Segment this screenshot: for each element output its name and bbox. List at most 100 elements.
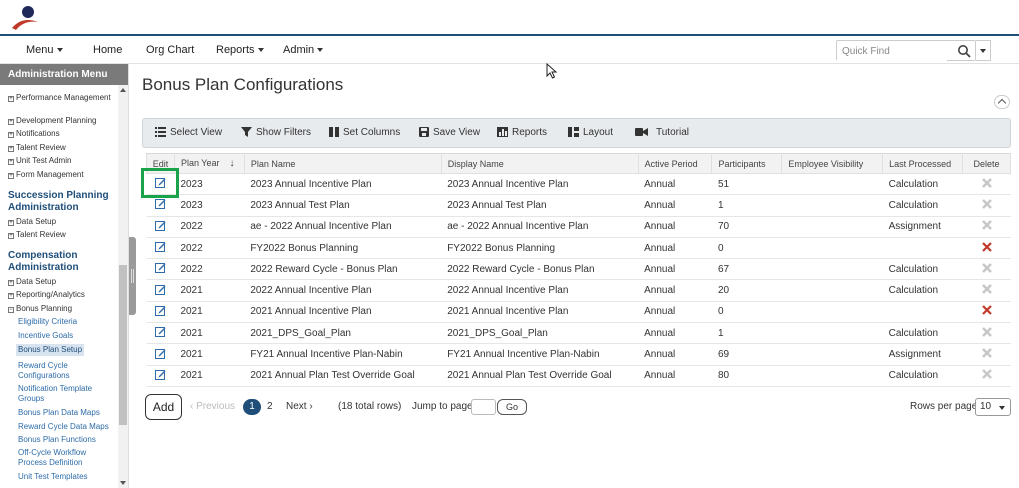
sidebar-link-notification-template-groups[interactable]: Notification Template Groups — [18, 384, 114, 404]
page-2-link[interactable]: 2 — [267, 401, 273, 412]
column-header-display-name[interactable]: Display Name — [440, 153, 639, 174]
quick-find-dropdown[interactable] — [976, 40, 991, 61]
edit-cell — [146, 365, 175, 387]
delete-cell — [962, 301, 1011, 324]
employee-visibility-cell — [781, 322, 883, 345]
columns-icon — [329, 127, 339, 137]
sidebar-link-eligibility-criteria[interactable]: Eligibility Criteria — [18, 317, 114, 327]
delete-cell — [962, 258, 1011, 281]
edit-icon[interactable] — [154, 305, 166, 316]
sidebar-item-talent-review[interactable]: + Talent Review — [8, 143, 114, 153]
display-name-cell: 2022 Annual Incentive Plan — [441, 279, 639, 302]
column-header-last-processed[interactable]: Last Processed — [882, 153, 964, 174]
nav-org-chart[interactable]: Org Chart — [146, 44, 194, 56]
rows-per-page-select[interactable]: 10 — [975, 398, 1011, 416]
edit-icon[interactable] — [154, 369, 166, 380]
sidebar-collapse-handle[interactable] — [129, 237, 136, 315]
admin-sidebar: Administration Menu + Performance Managem… — [0, 64, 129, 488]
employee-visibility-cell — [781, 343, 883, 366]
edit-icon[interactable] — [154, 348, 166, 359]
sidebar-item-reporting-analytics[interactable]: + Reporting/Analytics — [8, 290, 114, 300]
edit-cell — [146, 301, 175, 324]
nav-menu-label: Menu — [26, 44, 54, 56]
nav-admin[interactable]: Admin — [283, 44, 324, 56]
company-logo — [12, 6, 38, 30]
tutorial-button[interactable]: Tutorial — [635, 127, 689, 138]
nav-reports[interactable]: Reports — [216, 44, 264, 56]
layout-button[interactable]: Layout — [568, 127, 613, 138]
delete-icon — [981, 348, 992, 358]
participants-cell: 67 — [711, 258, 782, 281]
sidebar-link-unit-test-templates[interactable]: Unit Test Templates — [18, 472, 114, 482]
edit-icon[interactable] — [154, 198, 166, 210]
active-period-cell: Annual — [638, 279, 712, 302]
sidebar-item-label: Unit Test Admin — [16, 156, 72, 165]
sidebar-item-development-planning[interactable]: + Development Planning — [8, 116, 114, 126]
page-1-button[interactable]: 1 — [243, 399, 261, 415]
sidebar-item-unit-test-admin[interactable]: + Unit Test Admin — [8, 156, 114, 166]
sidebar-link-reward-cycle-data-maps[interactable]: Reward Cycle Data Maps — [18, 422, 114, 432]
next-page-link[interactable]: Next › — [286, 401, 313, 412]
edit-icon[interactable] — [154, 262, 166, 274]
participants-cell: 0 — [711, 237, 782, 260]
sidebar-header: Administration Menu — [0, 64, 128, 85]
sidebar-link-bonus-plan-functions[interactable]: Bonus Plan Functions — [18, 435, 114, 445]
sidebar-scrollbar[interactable] — [118, 85, 128, 488]
edit-icon[interactable] — [154, 284, 166, 295]
tutorial-label: Tutorial — [656, 127, 689, 138]
scrollbar-thumb[interactable] — [119, 265, 127, 425]
column-header-participants[interactable]: Participants — [711, 153, 783, 174]
go-button[interactable]: Go — [497, 399, 527, 415]
edit-icon[interactable] — [154, 241, 166, 253]
set-columns-button[interactable]: Set Columns — [329, 127, 400, 138]
collapse-up-button[interactable] — [994, 95, 1010, 109]
top-bar — [0, 0, 1019, 36]
sidebar-link-bonus-plan-data-maps[interactable]: Bonus Plan Data Maps — [18, 408, 114, 418]
sidebar-item-succession-talent-review[interactable]: + Talent Review — [8, 230, 114, 240]
sidebar-item-notifications[interactable]: + Notifications — [8, 129, 114, 139]
save-view-button[interactable]: Save View — [419, 127, 480, 138]
chevron-up-icon — [997, 98, 1007, 108]
plan-name-cell: 2023 Annual Test Plan — [244, 194, 442, 217]
sidebar-item-bonus-planning[interactable]: − Bonus Planning — [8, 304, 114, 314]
edit-icon[interactable] — [154, 326, 166, 338]
employee-visibility-cell — [781, 173, 883, 196]
column-header-plan-year[interactable]: Plan Year ↓ — [173, 153, 245, 174]
last-processed-cell: Assignment — [882, 216, 963, 238]
sidebar-link-reward-cycle-configurations[interactable]: Reward Cycle Configurations — [18, 361, 114, 381]
sidebar-item-label: Talent Review — [16, 143, 66, 152]
expand-icon: + — [8, 96, 14, 102]
sidebar-item-succession-data-setup[interactable]: + Data Setup — [8, 217, 114, 227]
jump-to-page-input[interactable] — [471, 399, 496, 415]
quick-find-input[interactable] — [837, 42, 947, 61]
last-processed-cell — [882, 301, 963, 324]
expand-icon: + — [8, 280, 14, 286]
display-name-cell: 2021_DPS_Goal_Plan — [441, 322, 639, 345]
sidebar-item-comp-data-setup[interactable]: + Data Setup — [8, 277, 114, 287]
column-header-plan-name[interactable]: Plan Name — [243, 153, 442, 174]
show-filters-button[interactable]: Show Filters — [241, 127, 311, 138]
nav-menu[interactable]: Menu — [26, 44, 63, 56]
reports-button[interactable]: Reports — [497, 127, 547, 138]
delete-icon[interactable] — [981, 241, 992, 252]
nav-home[interactable]: Home — [93, 44, 122, 56]
chevron-down-icon — [257, 48, 264, 53]
edit-icon[interactable] — [154, 220, 166, 231]
sidebar-link-bonus-plan-setup[interactable]: Bonus Plan Setup — [16, 344, 85, 356]
delete-icon[interactable] — [981, 305, 992, 316]
show-filters-label: Show Filters — [256, 127, 312, 138]
table-row: 2022 ae - 2022 Annual Incentive Plan ae - … — [146, 216, 1011, 238]
scroll-up-icon[interactable] — [120, 88, 126, 92]
select-view-button[interactable]: Select View — [155, 127, 222, 138]
search-icon[interactable] — [957, 44, 971, 58]
column-header-employee-visibility[interactable]: Employee Visibility — [781, 153, 884, 174]
sidebar-link-incentive-goals[interactable]: Incentive Goals — [18, 331, 114, 341]
sidebar-link-off-cycle-workflow[interactable]: Off-Cycle Workflow Process Definition — [18, 448, 114, 468]
sidebar-item-performance-management[interactable]: + Performance Management — [8, 93, 114, 103]
sidebar-item-label: Development Planning — [16, 116, 97, 125]
scroll-down-icon[interactable] — [120, 481, 126, 485]
edit-cell — [146, 258, 175, 281]
column-header-active-period[interactable]: Active Period — [637, 153, 713, 174]
add-button[interactable]: Add — [145, 394, 182, 420]
sidebar-item-form-management[interactable]: + Form Management — [8, 170, 114, 180]
